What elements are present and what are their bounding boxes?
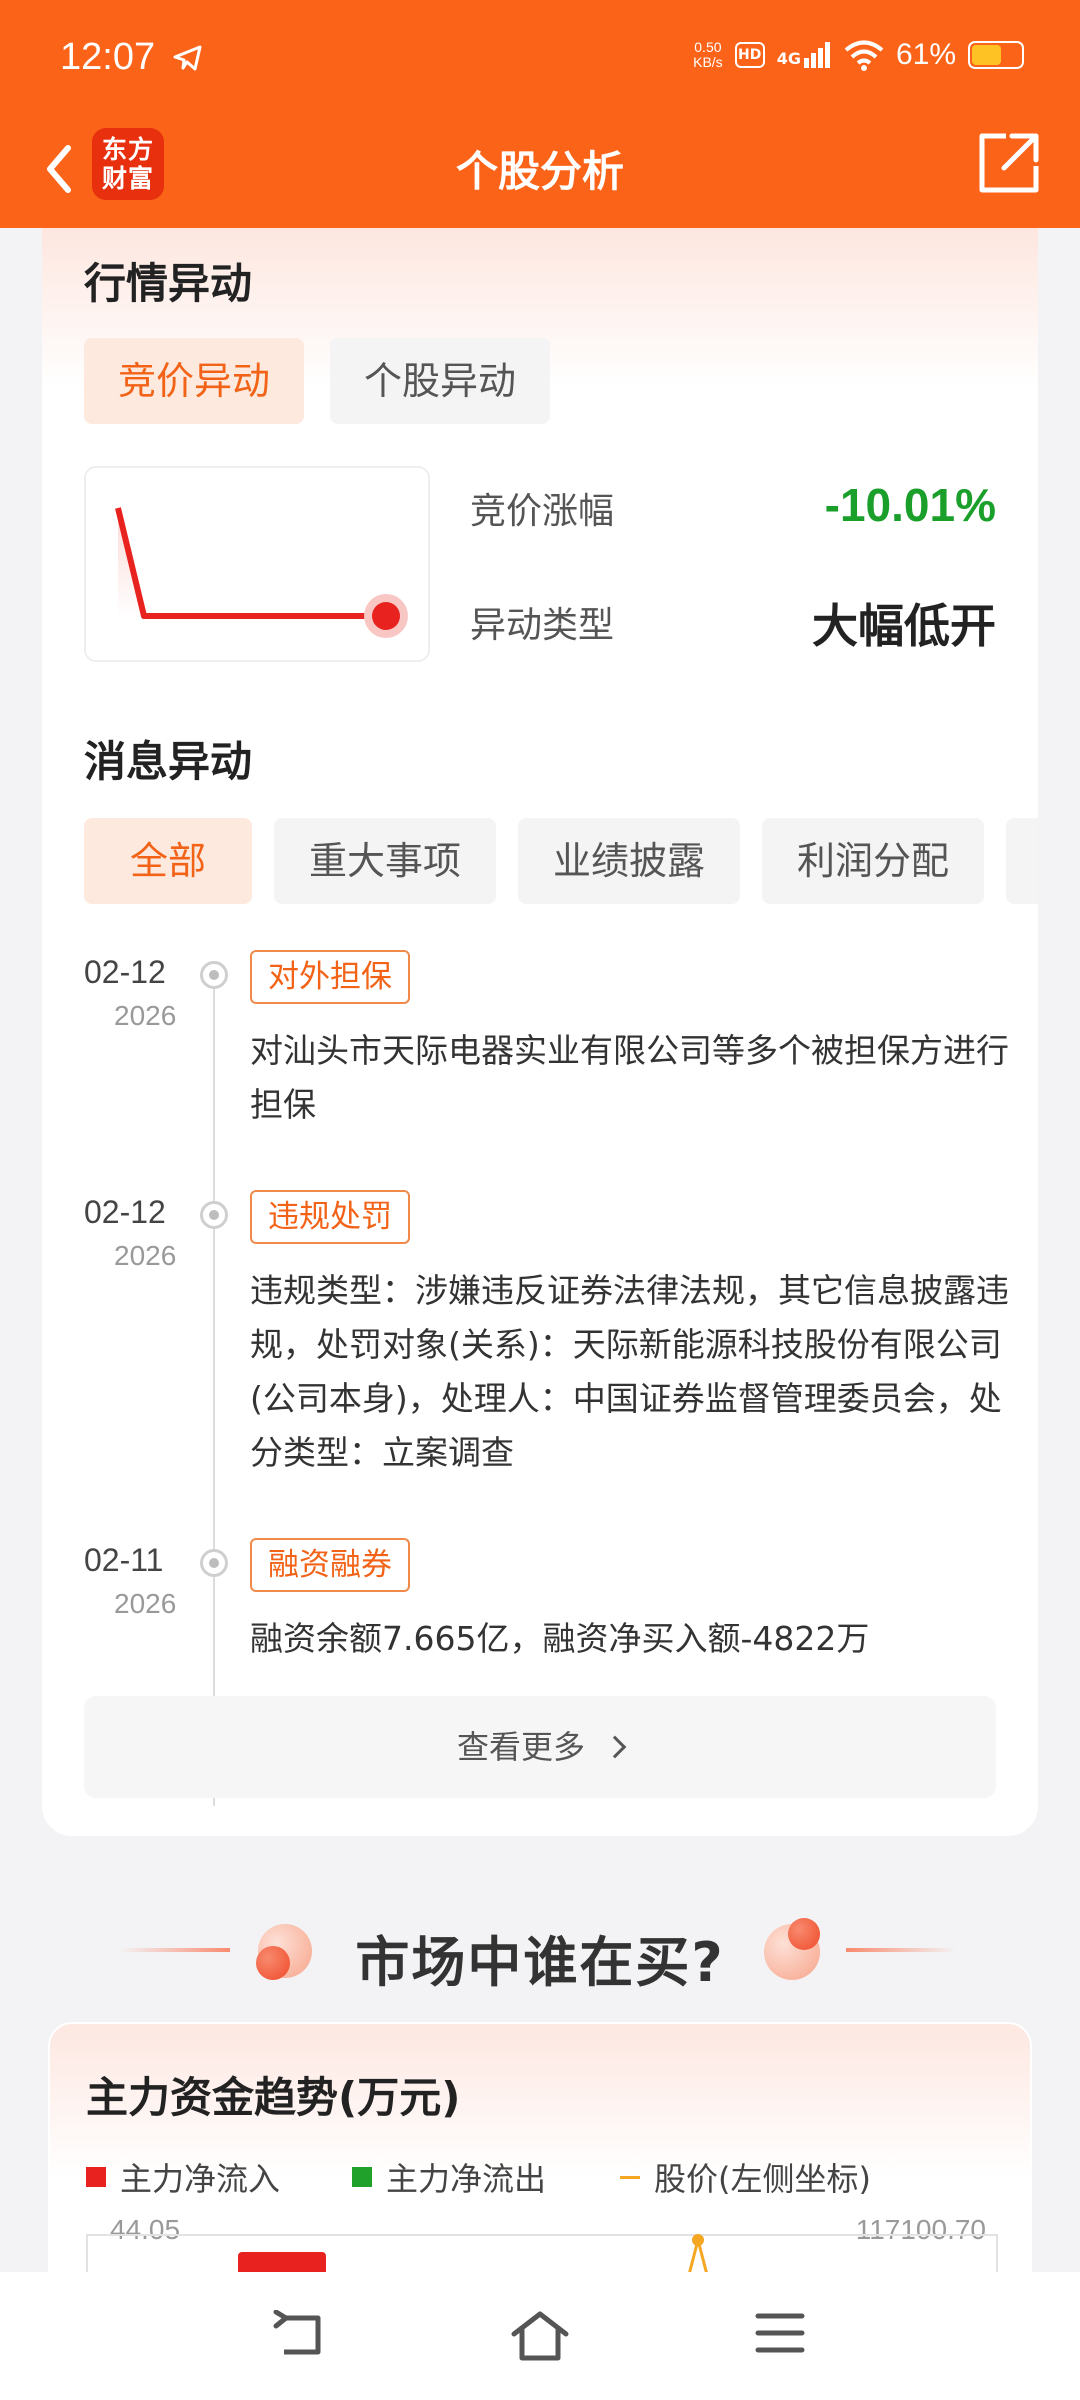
nav-header: 东方 财富 个股分析 bbox=[0, 118, 1080, 228]
view-more-button[interactable]: 查看更多 bbox=[84, 1696, 996, 1798]
status-indicators: 0.50 KB/s HD 4G 61% bbox=[693, 38, 1024, 72]
news-text: 融资余额7.665亿，融资净买入额-4822万 bbox=[250, 1619, 870, 1658]
fund-trend-card: 主力资金趋势(万元) 主力净流入 主力净流出 股价(左侧坐标) 44.05 11… bbox=[48, 2022, 1032, 2282]
timeline-date: 02-12 bbox=[84, 954, 166, 990]
filter-major-events[interactable]: 重大事项 bbox=[274, 818, 496, 904]
timeline-year: 2026 bbox=[114, 1000, 177, 1031]
fund-trend-title: 主力资金趋势(万元) bbox=[86, 2073, 461, 2122]
timeline-year: 2026 bbox=[114, 1240, 177, 1271]
timeline-dot bbox=[200, 961, 228, 989]
hd-voice-icon: HD bbox=[734, 42, 765, 68]
battery-level bbox=[972, 45, 1001, 65]
tab-stock-anomaly[interactable]: 个股异动 bbox=[330, 338, 550, 424]
news-tag: 融资融券 bbox=[250, 1538, 410, 1592]
sparkline-line bbox=[115, 507, 386, 619]
network-speed-value: 0.50 bbox=[694, 39, 722, 55]
news-anomaly-title: 消息异动 bbox=[84, 737, 253, 786]
legend-swatch-red bbox=[86, 2167, 106, 2187]
system-nav-bar bbox=[0, 2272, 1080, 2400]
auction-sparkline bbox=[84, 466, 430, 662]
chevron-right-icon bbox=[603, 1735, 627, 1759]
timeline-dot bbox=[200, 1549, 228, 1577]
legend-net-inflow: 主力净流入 bbox=[86, 2154, 280, 2200]
battery-percent: 61% bbox=[895, 38, 956, 71]
telegram-icon bbox=[173, 45, 202, 71]
timeline-dot bbox=[200, 1201, 228, 1229]
tab-auction-anomaly[interactable]: 竞价异动 bbox=[84, 338, 304, 424]
legend-price: 股价(左侧坐标) bbox=[620, 2154, 871, 2200]
timeline-line bbox=[213, 976, 215, 1806]
anomaly-type-label: 异动类型 bbox=[470, 605, 615, 646]
timeline-date: 02-11 bbox=[84, 1542, 164, 1578]
legend-label: 股价(左侧坐标) bbox=[654, 2160, 871, 2198]
page-title: 个股分析 bbox=[455, 147, 624, 196]
auction-change-label: 竞价涨幅 bbox=[470, 491, 615, 532]
banner-text: 市场中谁在买? bbox=[355, 1931, 725, 1994]
news-tag: 对外担保 bbox=[250, 950, 410, 1004]
legend-swatch-green bbox=[352, 2167, 372, 2187]
filter-all[interactable]: 全部 bbox=[84, 818, 252, 904]
status-bar: 12:07 0.50 KB/s HD 4G 61% bbox=[0, 0, 1080, 118]
signal-bars-icon bbox=[803, 42, 830, 68]
network-type: 4G bbox=[776, 49, 801, 68]
who-is-buying-banner: 市场中谁在买? bbox=[0, 1900, 1080, 2000]
legend-net-outflow: 主力净流出 bbox=[352, 2154, 546, 2200]
menu-nav-icon[interactable] bbox=[754, 2310, 806, 2356]
sparkline-svg bbox=[115, 507, 408, 638]
filter-more-partial[interactable] bbox=[1006, 818, 1038, 904]
sparkline-end-dot bbox=[372, 602, 400, 630]
anomaly-type-value: 大幅低开 bbox=[812, 599, 996, 653]
legend-label: 主力净流入 bbox=[120, 2160, 281, 2198]
timeline-date: 02-12 bbox=[84, 1194, 166, 1230]
network-speed-unit: KB/s bbox=[693, 54, 723, 70]
view-more-label: 查看更多 bbox=[456, 1728, 585, 1766]
market-anomaly-title: 行情异动 bbox=[84, 259, 253, 308]
filter-dividend[interactable]: 利润分配 bbox=[762, 818, 984, 904]
cellular-signal-icon: 4G bbox=[777, 42, 832, 68]
share-icon[interactable] bbox=[972, 126, 1046, 200]
legend-line-orange bbox=[620, 2175, 640, 2179]
home-nav-icon[interactable] bbox=[510, 2310, 570, 2362]
banner-bubble-right-small bbox=[788, 1918, 820, 1950]
news-text: 对汕头市天际电器实业有限公司等多个被担保方进行担保 bbox=[250, 1031, 1009, 1124]
timeline-year: 2026 bbox=[114, 1588, 177, 1619]
news-text: 违规类型：涉嫌违反证券法律法规，其它信息披露违规，处罚对象(关系)：天际新能源科… bbox=[250, 1271, 1009, 1472]
legend-label: 主力净流出 bbox=[386, 2160, 547, 2198]
battery-icon bbox=[968, 41, 1024, 69]
network-speed: 0.50 KB/s bbox=[693, 40, 723, 70]
back-nav-icon[interactable] bbox=[272, 2310, 328, 2360]
news-tag: 违规处罚 bbox=[250, 1190, 410, 1244]
wifi-icon bbox=[844, 40, 884, 71]
status-time: 12:07 bbox=[60, 36, 156, 78]
banner-line-right bbox=[846, 1948, 956, 1952]
filter-earnings[interactable]: 业绩披露 bbox=[518, 818, 740, 904]
app-header-bar: 12:07 0.50 KB/s HD 4G 61% 东方 财富 个股分析 bbox=[0, 0, 1080, 228]
auction-change-value: -10.01% bbox=[824, 479, 996, 531]
anomaly-card: 行情异动 竞价异动 个股异动 竞价涨幅 -10.01% 异动类型 大幅低开 消息… bbox=[42, 228, 1038, 1836]
sparkline-area bbox=[118, 508, 386, 618]
